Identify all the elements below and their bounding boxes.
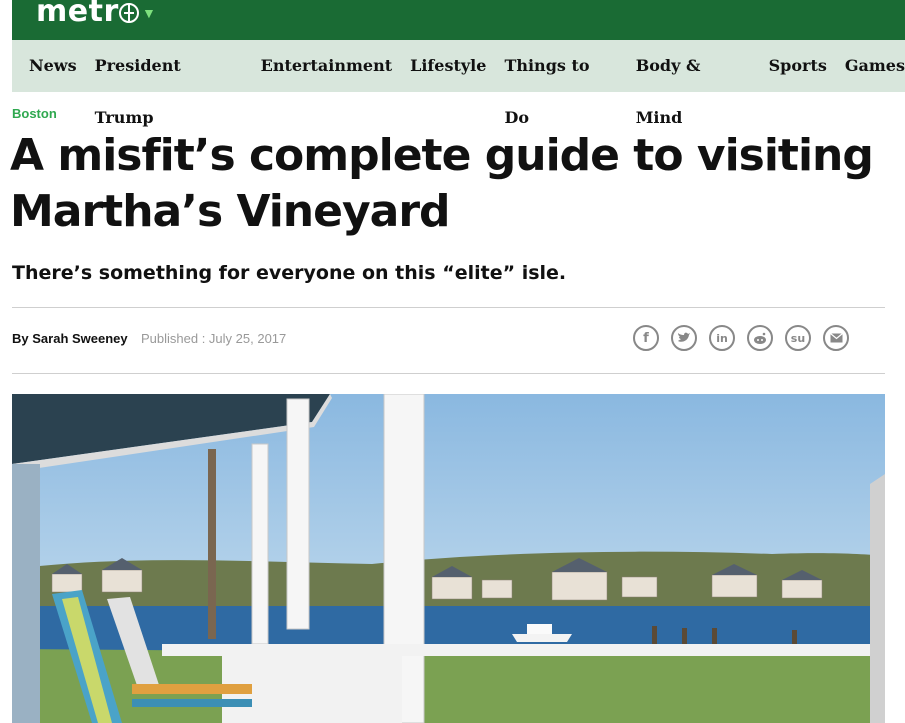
byline: By Sarah Sweeney bbox=[12, 331, 128, 346]
reddit-icon[interactable] bbox=[747, 325, 773, 351]
published-date: Published : July 25, 2017 bbox=[141, 331, 287, 346]
linkedin-icon[interactable]: in bbox=[709, 325, 735, 351]
byline-prefix: By bbox=[12, 331, 29, 346]
article-title: A misfit’s complete guide to visiting Ma… bbox=[10, 130, 874, 237]
email-icon[interactable] bbox=[823, 325, 849, 351]
facebook-icon[interactable]: f bbox=[633, 325, 659, 351]
logo-text: metr bbox=[36, 0, 119, 29]
top-bar: metr ▼ bbox=[12, 0, 905, 40]
stumbleupon-icon[interactable]: su bbox=[785, 325, 811, 351]
hero-image bbox=[12, 394, 885, 723]
divider bbox=[12, 307, 885, 308]
section-kicker[interactable]: Boston bbox=[12, 106, 57, 121]
globe-icon bbox=[118, 3, 139, 23]
article-subtitle: There’s something for everyone on this “… bbox=[12, 262, 567, 284]
divider bbox=[12, 373, 885, 374]
author-link[interactable]: Sarah Sweeney bbox=[32, 331, 127, 346]
share-bar: f in su bbox=[633, 325, 849, 351]
main-nav: News President Trump Entertainment Lifes… bbox=[12, 40, 905, 127]
metro-logo[interactable]: metr bbox=[36, 0, 139, 29]
twitter-icon[interactable] bbox=[671, 325, 697, 351]
edition-dropdown-icon[interactable]: ▼ bbox=[142, 5, 156, 21]
